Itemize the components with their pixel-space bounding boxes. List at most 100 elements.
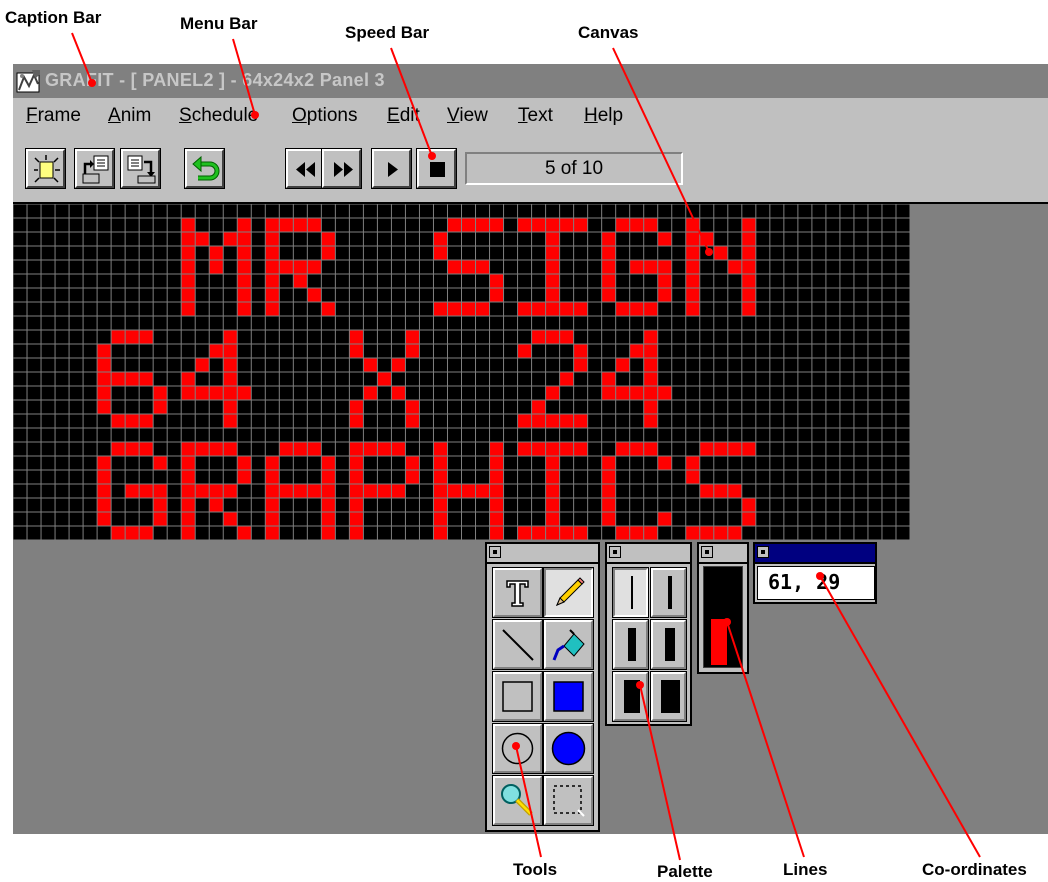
tools-system-menu-box[interactable] [489, 546, 501, 558]
play-button[interactable] [372, 149, 411, 188]
led-pixel-on [490, 526, 504, 540]
text-tool-button[interactable] [493, 568, 542, 617]
menu-schedule[interactable]: Schedule [179, 105, 258, 127]
undo-button[interactable] [185, 149, 224, 188]
led-pixel-off [784, 498, 798, 512]
led-pixel-off [41, 204, 55, 218]
led-pixel-off [391, 400, 405, 414]
frame-counter: 5 of 10 [465, 152, 683, 185]
app-icon[interactable] [16, 68, 42, 94]
led-pixel-off [279, 400, 293, 414]
palette-system-menu-box[interactable] [609, 546, 621, 558]
ellipse-tool-button[interactable] [493, 724, 542, 773]
menu-edit[interactable]: Edit [387, 105, 420, 127]
menu-anim[interactable]: Anim [108, 105, 151, 127]
led-pixel-off [770, 372, 784, 386]
menu-view[interactable]: View [447, 105, 488, 127]
led-pixel-off [672, 498, 686, 512]
led-pixel-on [125, 372, 139, 386]
led-pixel-off [97, 302, 111, 316]
led-pixel-off [153, 414, 167, 428]
led-pixel-on [630, 260, 644, 274]
led-pixel-off [195, 498, 209, 512]
fast-forward-button[interactable] [322, 149, 361, 188]
line-icon [502, 629, 534, 661]
zoom-tool-button[interactable] [493, 776, 542, 825]
led-pixel-on [476, 484, 490, 498]
lines-titlebar[interactable] [699, 544, 747, 564]
led-pixel-off [97, 414, 111, 428]
line-width-3-button[interactable] [613, 620, 648, 669]
led-pixel-off [447, 232, 461, 246]
led-pixel-off [447, 204, 461, 218]
led-pixel-off [504, 246, 518, 260]
lines-system-menu-box[interactable] [701, 546, 713, 558]
led-pixel-off [251, 288, 265, 302]
led-pixel-off [602, 344, 616, 358]
rewind-button[interactable] [286, 149, 325, 188]
line-tool-button[interactable] [493, 620, 542, 669]
filled-rectangle-tool-button[interactable] [544, 672, 593, 721]
select-tool-button[interactable] [544, 776, 593, 825]
filled-ellipse-tool-button[interactable] [544, 724, 593, 773]
led-pixel-on [546, 386, 560, 400]
led-pixel-off [293, 526, 307, 540]
line-width-5-button[interactable] [613, 672, 648, 721]
led-pixel-off [279, 302, 293, 316]
led-pixel-off [574, 274, 588, 288]
palette-titlebar[interactable] [607, 544, 690, 564]
led-pixel-off [363, 232, 377, 246]
led-pixel-off [181, 330, 195, 344]
led-pixel-off [868, 260, 882, 274]
led-pixel-on [181, 386, 195, 400]
led-pixel-off [307, 456, 321, 470]
led-pixel-off [532, 260, 546, 274]
led-pixel-off [700, 372, 714, 386]
line-width-2-button[interactable] [651, 568, 686, 617]
pencil-tool-button[interactable] [544, 568, 593, 617]
stop-button[interactable] [417, 149, 456, 188]
led-pixel-off [377, 316, 391, 330]
caption-bar[interactable]: GRAFIT - [ PANEL2 ] - 64x24x2 Panel 3 [13, 64, 1048, 98]
line-width-6-button[interactable] [651, 672, 686, 721]
led-pixel-off [770, 456, 784, 470]
line-width-1-button[interactable] [613, 568, 648, 617]
led-pixel-off [195, 288, 209, 302]
new-frame-button[interactable] [26, 149, 65, 188]
led-pixel-off [223, 218, 237, 232]
menu-text[interactable]: Text [518, 105, 553, 127]
menu-options[interactable]: Options [292, 105, 357, 127]
led-pixel-off [363, 330, 377, 344]
led-pixel-off [167, 358, 181, 372]
led-pixel-off [41, 232, 55, 246]
led-pixel-on [490, 470, 504, 484]
coordinates-titlebar[interactable] [755, 544, 875, 564]
led-canvas[interactable] [13, 204, 910, 540]
led-pixel-off [714, 344, 728, 358]
coordinates-system-menu-box[interactable] [757, 546, 769, 558]
led-pixel-off [265, 204, 279, 218]
led-pixel-off [854, 232, 868, 246]
menu-help[interactable]: Help [584, 105, 623, 127]
export-button[interactable] [121, 149, 160, 188]
fill-tool-button[interactable] [544, 620, 593, 669]
led-pixel-off [882, 302, 896, 316]
line-width-4-button[interactable] [651, 620, 686, 669]
led-pixel-off [700, 428, 714, 442]
import-button[interactable] [75, 149, 114, 188]
menu-frame[interactable]: Frame [26, 105, 81, 127]
led-pixel-off [518, 330, 532, 344]
led-pixel-on [447, 302, 461, 316]
led-pixel-off [321, 386, 335, 400]
led-pixel-on [195, 484, 209, 498]
led-pixel-off [405, 260, 419, 274]
lines-color-well[interactable] [703, 566, 743, 668]
rectangle-tool-button[interactable] [493, 672, 542, 721]
led-pixel-off [377, 526, 391, 540]
led-pixel-off [27, 218, 41, 232]
led-pixel-off [41, 414, 55, 428]
led-pixel-off [630, 484, 644, 498]
led-pixel-off [265, 386, 279, 400]
tools-titlebar[interactable] [487, 544, 598, 564]
led-pixel-on [644, 386, 658, 400]
